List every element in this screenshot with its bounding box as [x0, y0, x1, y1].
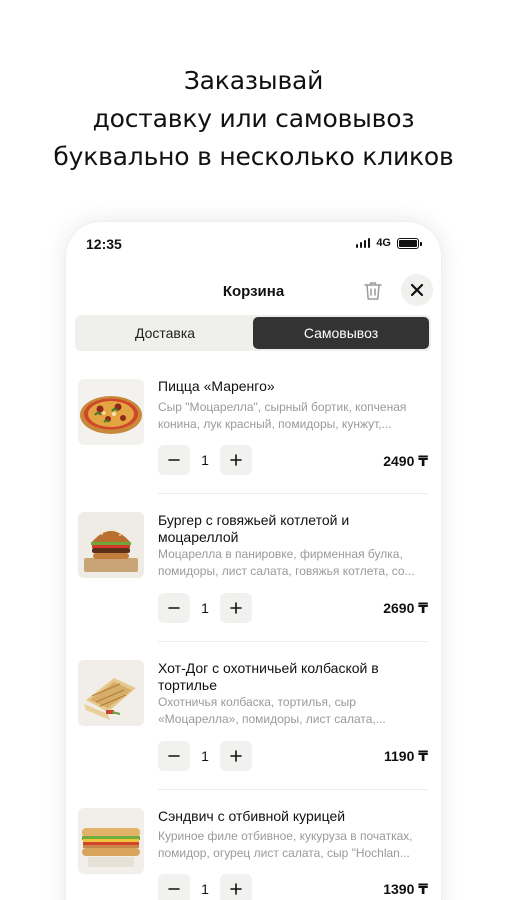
headline-line-3: буквально в несколько кликов	[53, 142, 454, 171]
status-time: 12:35	[86, 236, 122, 252]
plus-icon	[230, 602, 242, 614]
minus-icon	[168, 607, 180, 609]
increase-quantity-button[interactable]	[220, 874, 252, 900]
divider	[158, 789, 428, 790]
status-bar: 12:35 4G	[66, 222, 441, 266]
battery-icon	[397, 237, 422, 249]
delivery-mode-switch: Доставка Самовывоз	[75, 315, 431, 351]
item-name: Сэндвич с отбивной курицей	[158, 808, 346, 824]
quantity-value: 1	[201, 600, 209, 616]
quantity-value: 1	[201, 452, 209, 468]
signal-icon	[355, 238, 371, 248]
burger-image	[78, 512, 144, 578]
decrease-quantity-button[interactable]	[158, 741, 190, 771]
close-icon	[410, 283, 424, 297]
quantity-stepper: 1	[158, 593, 252, 623]
pizza-image	[78, 379, 144, 445]
decrease-quantity-button[interactable]	[158, 874, 190, 900]
quantity-value: 1	[201, 881, 209, 897]
divider	[158, 641, 428, 642]
plus-icon	[230, 750, 242, 762]
item-price: 2690 ₸	[383, 600, 428, 616]
quantity-stepper: 1	[158, 874, 252, 900]
minus-icon	[168, 888, 180, 890]
headline-line-2: доставку или самовывоз	[92, 104, 415, 133]
decrease-quantity-button[interactable]	[158, 593, 190, 623]
minus-icon	[168, 459, 180, 461]
item-price: 1190 ₸	[383, 748, 428, 764]
item-description: Куриное филе отбивное, кукуруза в початк…	[158, 829, 413, 860]
status-indicators: 4G	[355, 237, 422, 249]
phone-screen: 12:35 4G Корзина Доставка Самовывоз Пицц…	[66, 222, 441, 900]
quantity-stepper: 1	[158, 741, 252, 771]
decrease-quantity-button[interactable]	[158, 445, 190, 475]
network-label: 4G	[376, 237, 391, 249]
tab-delivery[interactable]: Доставка	[77, 317, 253, 349]
hotdog-image	[78, 660, 144, 726]
item-name: Пицца «Маренго»	[158, 378, 275, 394]
item-name: Хот-Дог с охотничьей колбаской в тортиль…	[158, 660, 379, 693]
item-description: Охотничья колбаска, тортилья, сыр «Моцар…	[158, 695, 386, 726]
increase-quantity-button[interactable]	[220, 593, 252, 623]
divider	[158, 493, 428, 494]
increase-quantity-button[interactable]	[220, 741, 252, 771]
close-button[interactable]	[401, 274, 433, 306]
item-description: Моцарелла в панировке, фирменная булка, …	[158, 547, 415, 578]
headline-line-1: Заказывай	[183, 66, 324, 95]
item-price: 1390 ₸	[383, 881, 428, 897]
sandwich-image	[78, 808, 144, 874]
item-name: Бургер с говяжьей котлетой и моцареллой	[158, 512, 350, 545]
minus-icon	[168, 755, 180, 757]
promo-headline: Заказывай доставку или самовывоз букваль…	[0, 62, 507, 176]
clear-cart-button[interactable]	[362, 279, 384, 303]
trash-icon	[364, 282, 382, 300]
page-title: Корзина	[222, 283, 285, 300]
item-price: 2490 ₸	[383, 453, 428, 469]
item-description: Сыр "Моцарелла", сырный бортик, копченая…	[158, 400, 407, 431]
plus-icon	[230, 883, 242, 895]
increase-quantity-button[interactable]	[220, 445, 252, 475]
quantity-stepper: 1	[158, 445, 252, 475]
plus-icon	[230, 454, 242, 466]
quantity-value: 1	[201, 748, 209, 764]
tab-pickup[interactable]: Самовывоз	[253, 317, 429, 349]
